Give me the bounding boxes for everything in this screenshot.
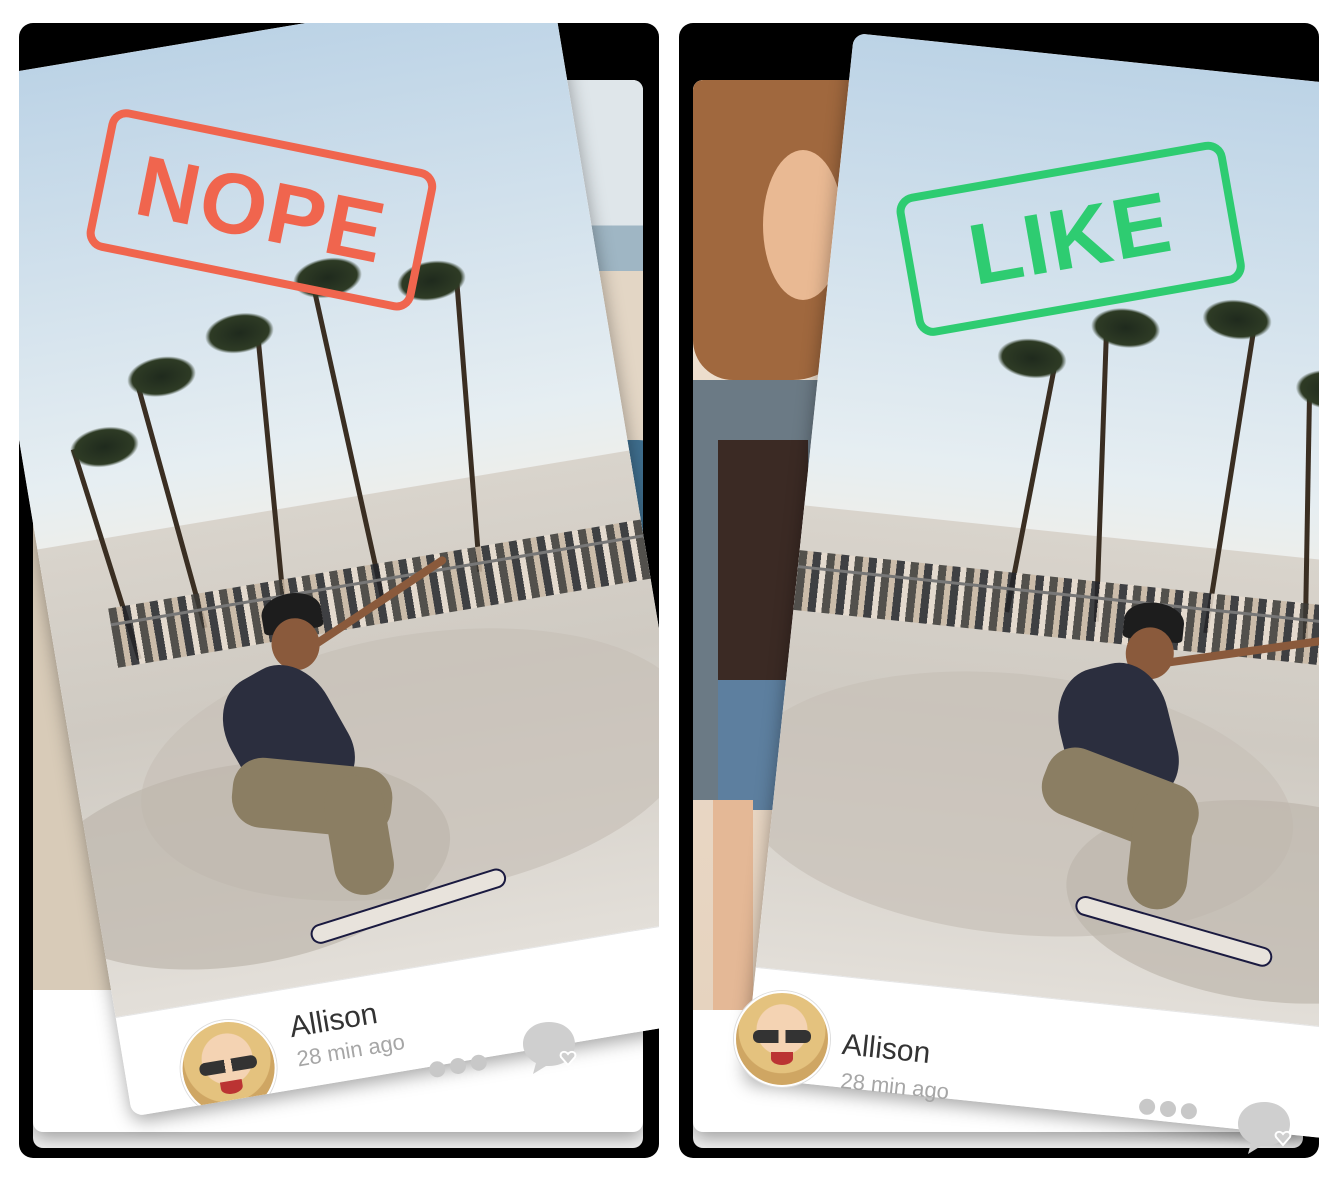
right-phone-screen: LIKE Allison 28 min ago [679,23,1319,1158]
profile-card-nope[interactable]: NOPE Allison 28 min ago [19,23,659,1117]
left-phone-screen: NOPE Allison 28 min ago [19,23,659,1158]
sunglasses-icon [752,1029,812,1043]
avatar[interactable] [734,991,830,1087]
chat-heart-icon[interactable] [1234,1098,1300,1158]
sunglasses-icon [198,1054,259,1077]
chat-heart-icon[interactable] [519,1018,585,1078]
